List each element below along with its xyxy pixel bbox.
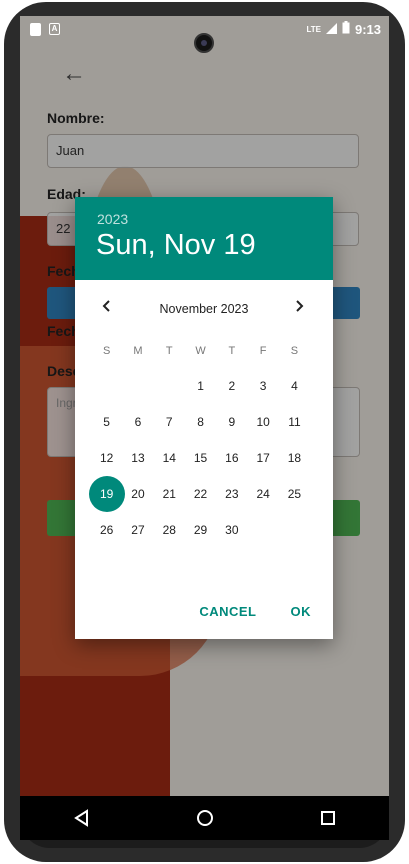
day-number: 19: [99, 487, 114, 501]
date-picker-dialog: 2023 Sun, Nov 19 November 2023 SMTWTFS 1…: [75, 197, 333, 639]
day-number: 8: [197, 415, 204, 429]
cancel-button[interactable]: CANCEL: [199, 604, 256, 619]
weekday-label: S: [290, 345, 299, 357]
day-cell[interactable]: 30: [216, 512, 247, 548]
day-cell[interactable]: 2: [216, 368, 247, 404]
date-picker-header: 2023 Sun, Nov 19: [75, 197, 333, 280]
header-year[interactable]: 2023: [97, 211, 128, 227]
day-number: 15: [193, 451, 208, 465]
day-cell[interactable]: 15: [185, 440, 216, 476]
weekday-label: S: [102, 345, 111, 357]
day-cell[interactable]: 23: [216, 476, 247, 512]
day-cell[interactable]: 4: [279, 368, 310, 404]
day-number: 21: [162, 487, 176, 501]
day-number: 13: [131, 451, 145, 465]
day-number: 9: [228, 415, 236, 429]
empty-day-cell: [154, 368, 185, 404]
day-cell[interactable]: 20: [122, 476, 153, 512]
day-cell[interactable]: 9: [216, 404, 247, 440]
day-cell[interactable]: 21: [154, 476, 185, 512]
day-cell[interactable]: 7: [154, 404, 185, 440]
day-number: 11: [288, 415, 301, 429]
battery-icon: [342, 21, 350, 37]
day-cell[interactable]: 16: [216, 440, 247, 476]
day-cell[interactable]: 5: [91, 404, 122, 440]
day-number: 16: [225, 451, 239, 465]
day-number: 14: [162, 451, 176, 465]
header-selected-date[interactable]: Sun, Nov 19: [96, 229, 256, 262]
day-number: 3: [259, 379, 267, 393]
day-number: 26: [99, 523, 114, 537]
day-number: 12: [99, 451, 114, 465]
day-number: 4: [291, 379, 298, 393]
empty-day-cell: [122, 368, 153, 404]
month-navigation: November 2023: [75, 292, 333, 328]
day-number: 29: [193, 523, 208, 537]
chevron-right-icon[interactable]: [291, 298, 307, 319]
day-number: 5: [103, 415, 110, 429]
weekday-label: F: [259, 345, 267, 357]
ok-button[interactable]: OK: [291, 604, 312, 619]
signal-icon: [325, 22, 337, 37]
day-number: 20: [131, 487, 145, 501]
day-cell[interactable]: 14: [154, 440, 185, 476]
weekday-header: SMTWTFS: [91, 345, 325, 357]
day-number: 24: [256, 487, 270, 501]
weekday-label: T: [165, 345, 173, 357]
day-number: 7: [165, 415, 173, 429]
selected-day[interactable]: 19: [88, 476, 126, 512]
day-number: 28: [162, 523, 176, 537]
day-number: 30: [225, 523, 239, 537]
empty-day-cell: [91, 368, 122, 404]
day-cell[interactable]: 18: [279, 440, 310, 476]
day-number: 2: [228, 379, 236, 393]
day-cell[interactable]: 10: [247, 404, 278, 440]
calendar-grid: 1 2 3 4 5 6 7 8 9 10 11 12 13 14 15 16 17 18 19 20 21 22 23 24 2…: [88, 368, 325, 548]
a-notification-icon: A: [49, 23, 60, 35]
day-cell[interactable]: 25: [279, 476, 310, 512]
day-number: 10: [256, 415, 270, 429]
network-type: LTE: [306, 24, 321, 34]
day-number: 18: [287, 451, 302, 465]
system-nav-bar: [20, 796, 389, 840]
triangle-back-icon[interactable]: [62, 798, 102, 838]
dialog-actions: CANCEL OK: [199, 604, 311, 619]
day-cell[interactable]: 26: [91, 512, 122, 548]
weekday-label: W: [195, 345, 206, 357]
sd-card-icon: [30, 23, 41, 36]
day-number: 17: [256, 451, 270, 465]
day-cell[interactable]: 27: [122, 512, 153, 548]
day-number: 22: [193, 487, 208, 501]
weekday-label: T: [228, 345, 236, 357]
day-cell[interactable]: 17: [247, 440, 278, 476]
day-cell[interactable]: 3: [247, 368, 278, 404]
weekday-label: M: [133, 345, 143, 357]
day-number: 27: [131, 523, 145, 537]
day-cell[interactable]: 13: [122, 440, 153, 476]
day-cell[interactable]: 11: [279, 404, 310, 440]
day-cell[interactable]: 28: [154, 512, 185, 548]
circle-home-icon[interactable]: [185, 798, 225, 838]
day-cell[interactable]: 6: [122, 404, 153, 440]
day-cell[interactable]: 1: [185, 368, 216, 404]
day-number: 25: [287, 487, 302, 501]
day-number: 1: [197, 379, 204, 393]
day-cell[interactable]: 24: [247, 476, 278, 512]
clock: 9:13: [354, 21, 381, 37]
front-camera: [194, 33, 214, 53]
day-cell[interactable]: 29: [185, 512, 216, 548]
day-cell[interactable]: 22: [185, 476, 216, 512]
day-cell[interactable]: 8: [185, 404, 216, 440]
square-recents-icon[interactable]: [308, 798, 348, 838]
day-number: 6: [134, 415, 142, 429]
day-number: 23: [225, 487, 239, 501]
day-cell[interactable]: 12: [91, 440, 122, 476]
